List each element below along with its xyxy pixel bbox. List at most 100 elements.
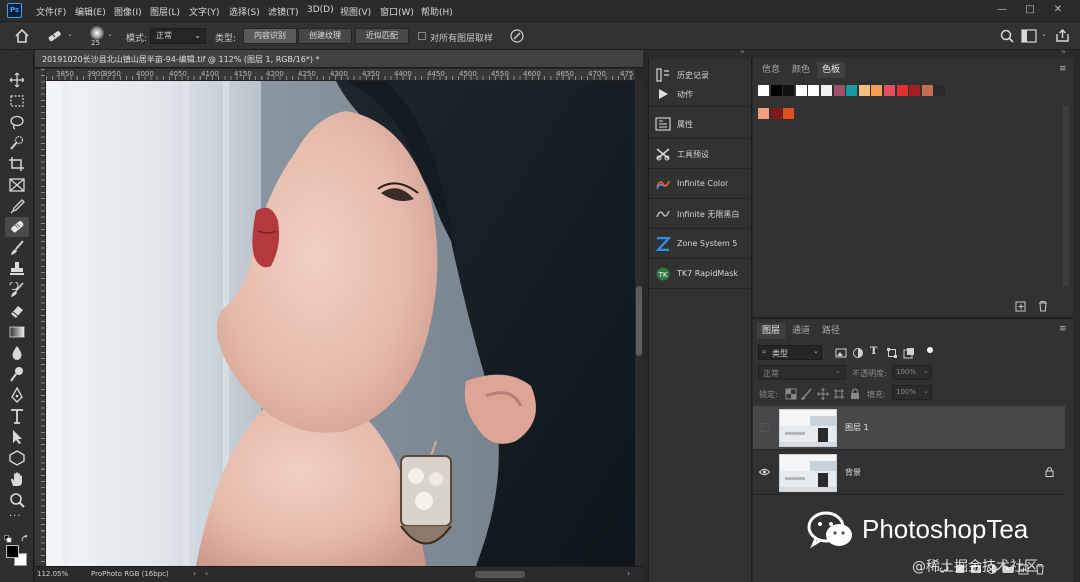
zoom-level[interactable]: 112.05%: [37, 570, 68, 578]
layer-row-background[interactable]: 背景: [753, 451, 1065, 495]
dodge-tool-icon[interactable]: [8, 366, 26, 382]
menu-filter[interactable]: 滤镜(T): [268, 5, 299, 18]
layer-name[interactable]: 图层 1: [845, 422, 869, 433]
color-swatch[interactable]: [795, 85, 807, 96]
marquee-tool-icon[interactable]: [8, 93, 26, 109]
filter-smart-object-icon[interactable]: [903, 347, 915, 359]
shape-tool-icon[interactable]: [8, 450, 26, 466]
panel-scrollbar[interactable]: [1073, 58, 1080, 582]
menu-file[interactable]: 文件(F): [36, 5, 66, 18]
color-swatch[interactable]: [833, 85, 845, 96]
toolbar-grip[interactable]: ··: [4, 51, 30, 57]
color-swatch[interactable]: [821, 85, 832, 96]
dock-item-infinite-color[interactable]: Infinite Color: [649, 170, 753, 199]
new-swatch-icon[interactable]: [1015, 300, 1027, 312]
color-swatch[interactable]: [858, 85, 870, 96]
workspace-dropdown-icon[interactable]: ⌄: [1041, 30, 1047, 38]
layer-filter-select[interactable]: ⌕ 类型 ⌄: [758, 345, 822, 360]
swap-colors-icon[interactable]: [21, 535, 29, 543]
menu-select[interactable]: 选择(S): [229, 5, 260, 18]
collapse-icon[interactable]: »: [1061, 47, 1066, 56]
healing-brush-tool-icon[interactable]: [8, 219, 26, 235]
color-swatch[interactable]: [758, 85, 769, 96]
collapse-icon[interactable]: »: [740, 47, 745, 56]
color-swatch[interactable]: [871, 85, 883, 96]
color-swatch[interactable]: [770, 108, 782, 119]
menu-layer[interactable]: 图层(L): [150, 5, 180, 18]
lock-artboard-icon[interactable]: [833, 388, 845, 400]
filter-pixel-icon[interactable]: [835, 347, 847, 359]
type-create-texture[interactable]: 创建纹理: [298, 28, 352, 44]
frame-tool-icon[interactable]: [8, 177, 26, 193]
layer-row-layer-1[interactable]: 图层 1: [753, 406, 1065, 450]
move-tool-icon[interactable]: [8, 72, 26, 88]
filter-adjustment-icon[interactable]: [852, 347, 864, 359]
brush-preview-icon[interactable]: [90, 26, 104, 40]
scroll-left-icon[interactable]: ‹: [205, 569, 208, 578]
tool-preset-dropdown-icon[interactable]: ⌄: [67, 30, 73, 38]
crop-tool-icon[interactable]: [8, 156, 26, 172]
type-tool-icon[interactable]: [8, 408, 26, 424]
document-tab[interactable]: 20191020长沙县北山镇山居半亩-94-编辑.tif @ 112% (图层 …: [35, 50, 643, 68]
gradient-tool-icon[interactable]: [8, 324, 26, 340]
menu-3d[interactable]: 3D(D): [307, 5, 334, 15]
dock-item-zone-system[interactable]: Zone System 5: [649, 230, 753, 259]
color-profile[interactable]: ProPhoto RGB (16bpc): [91, 570, 169, 578]
filter-type-icon[interactable]: T: [870, 346, 877, 357]
dock-item-tool-presets[interactable]: 工具预设: [649, 140, 753, 169]
panel-menu-icon[interactable]: ≡: [1059, 324, 1067, 334]
color-swatch[interactable]: [808, 85, 820, 96]
delete-swatch-icon[interactable]: [1037, 300, 1049, 312]
clone-stamp-tool-icon[interactable]: [8, 261, 26, 277]
canvas-vertical-scrollbar[interactable]: [635, 81, 643, 566]
swatch-scrollbar[interactable]: [1063, 106, 1069, 286]
color-swatch[interactable]: [758, 108, 769, 119]
filter-shape-icon[interactable]: [886, 347, 898, 359]
tab-paths[interactable]: 路径: [817, 323, 845, 339]
fill-input[interactable]: 100% ⌄: [892, 385, 932, 400]
lasso-tool-icon[interactable]: [8, 114, 26, 130]
color-swatch[interactable]: [783, 108, 795, 119]
dock-item-actions[interactable]: 动作: [649, 83, 753, 107]
scroll-thumb[interactable]: [636, 286, 642, 356]
color-swatch[interactable]: [770, 85, 782, 96]
menu-image[interactable]: 图像(I): [114, 5, 142, 18]
color-swatch[interactable]: [884, 85, 895, 96]
type-content-aware[interactable]: 内容识别: [243, 28, 297, 44]
menu-window[interactable]: 窗口(W): [380, 5, 414, 18]
quick-selection-tool-icon[interactable]: [8, 135, 26, 151]
filter-toggle-icon[interactable]: [927, 347, 933, 353]
tab-color[interactable]: 颜色: [787, 62, 815, 78]
zoom-tool-icon[interactable]: [8, 492, 26, 508]
sample-all-layers-checkbox[interactable]: [418, 32, 426, 40]
minimize-button[interactable]: —: [992, 3, 1012, 17]
pen-tool-icon[interactable]: [8, 387, 26, 403]
color-swatch[interactable]: [934, 85, 946, 96]
path-selection-tool-icon[interactable]: [8, 429, 26, 445]
default-colors-icon[interactable]: [4, 535, 12, 543]
opacity-input[interactable]: 100% ⌄: [892, 365, 932, 380]
tab-info[interactable]: 信息: [757, 62, 785, 78]
color-swatch[interactable]: [896, 85, 908, 96]
color-swatch[interactable]: [909, 85, 921, 96]
type-proximity-match[interactable]: 近似匹配: [355, 28, 409, 44]
pressure-size-icon[interactable]: [509, 28, 525, 44]
eye-icon[interactable]: [759, 468, 770, 476]
blend-mode-select[interactable]: 正常 ⌄: [758, 365, 846, 380]
brush-tool-icon[interactable]: [8, 240, 26, 256]
panel-menu-icon[interactable]: ≡: [1059, 64, 1067, 74]
eraser-tool-icon[interactable]: [8, 303, 26, 319]
maximize-button[interactable]: □: [1020, 3, 1040, 17]
color-swatch[interactable]: [846, 85, 858, 96]
more-tools-icon[interactable]: ···: [9, 511, 22, 522]
home-icon[interactable]: [14, 28, 30, 44]
tab-channels[interactable]: 通道: [787, 323, 815, 339]
hand-tool-icon[interactable]: [8, 471, 26, 487]
color-swatch[interactable]: [783, 85, 795, 96]
brush-dropdown-icon[interactable]: ⌄: [107, 30, 113, 38]
scroll-right-icon[interactable]: ›: [627, 569, 630, 578]
lock-image-icon[interactable]: [801, 388, 813, 400]
dock-item-properties[interactable]: 属性: [649, 110, 753, 139]
workspace-icon[interactable]: [1021, 29, 1037, 43]
spot-healing-brush-icon[interactable]: [46, 28, 64, 44]
